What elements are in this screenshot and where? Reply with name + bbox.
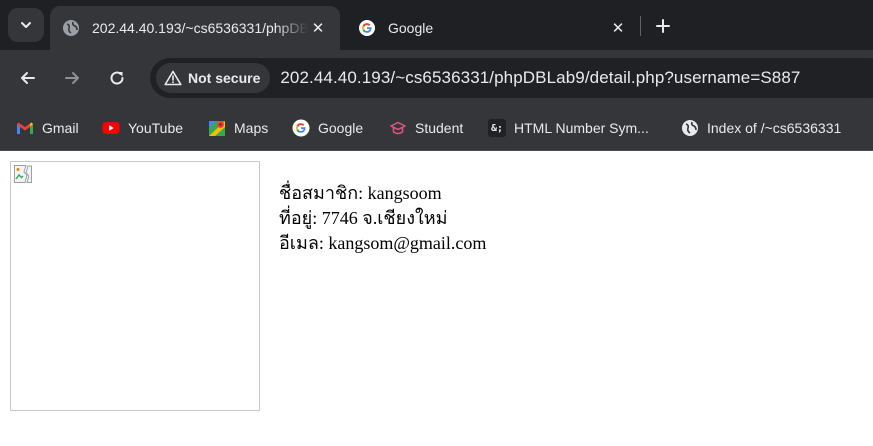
youtube-icon [102, 119, 120, 137]
globe-icon [681, 119, 699, 137]
warning-icon [164, 70, 182, 86]
close-tab-icon[interactable]: ✕ [308, 18, 328, 38]
bookmark-label: Google [318, 120, 364, 136]
bookmark-label: Maps [234, 120, 269, 136]
member-name-label: ชื่อสมาชิก: [279, 183, 364, 203]
member-address-row: ที่อยู่: 7746 จ.เชียงใหม่ [279, 206, 486, 231]
member-name-row: ชื่อสมาชิก: kangsoom [279, 181, 486, 206]
tab-separator [640, 16, 641, 36]
html-entity-icon: &; [488, 119, 506, 137]
arrow-right-icon [65, 72, 79, 84]
bookmark-google[interactable]: Google [292, 116, 363, 140]
reload-button[interactable] [103, 64, 131, 92]
member-email-row: อีเมล: kangsom@gmail.com [279, 231, 486, 256]
back-button[interactable] [14, 64, 42, 92]
html-entity-icon-text: &; [490, 122, 504, 134]
maps-icon [208, 119, 226, 137]
bookmark-index-of[interactable]: Index of /~cs6536331 [681, 116, 841, 140]
student-icon [389, 119, 407, 137]
bookmark-maps[interactable]: Maps [208, 116, 268, 140]
google-icon [292, 119, 310, 137]
url-text[interactable]: 202.44.40.193/~cs6536331/phpDBLab9/detai… [280, 68, 800, 88]
member-address-label: ที่อยู่: [279, 208, 318, 228]
bookmark-gmail[interactable]: Gmail [16, 116, 79, 140]
plus-icon [656, 19, 670, 33]
close-tab-icon[interactable]: ✕ [608, 18, 628, 38]
bookmark-student[interactable]: Student [389, 116, 463, 140]
reload-icon [110, 71, 124, 85]
member-email-label: อีเมล: [279, 233, 324, 253]
google-icon [358, 19, 376, 37]
globe-icon [62, 19, 80, 37]
tab-strip: 202.44.40.193/~cs6536331/phpDBLab9/detai… [0, 0, 873, 50]
security-label: Not secure [188, 70, 261, 86]
tab-title: 202.44.40.193/~cs6536331/phpDBLab9/detai… [92, 20, 308, 36]
gmail-icon [16, 119, 34, 137]
chevron-down-icon [21, 22, 31, 28]
arrow-left-icon [21, 72, 35, 84]
bookmark-label: YouTube [128, 120, 184, 136]
member-info: ชื่อสมาชิก: kangsoom ที่อยู่: 7746 จ.เชี… [279, 181, 486, 256]
tab-search-button[interactable] [8, 8, 44, 42]
tab-detail-page[interactable]: 202.44.40.193/~cs6536331/phpDBLab9/detai… [50, 6, 340, 50]
tab-title: Google [388, 20, 434, 36]
member-photo [10, 161, 260, 411]
page-content: ชื่อสมาชิก: kangsoom ที่อยู่: 7746 จ.เชี… [0, 151, 873, 446]
bookmark-label: Index of /~cs6536331 [707, 120, 842, 136]
forward-button[interactable] [58, 64, 86, 92]
bookmark-html-number-symbols[interactable]: &; HTML Number Sym... [488, 116, 649, 140]
member-address-value: 7746 จ.เชียงใหม่ [321, 208, 448, 228]
broken-image-icon [14, 165, 32, 183]
member-name-value: kangsoom [367, 183, 442, 203]
security-chip[interactable]: Not secure [156, 63, 271, 93]
tab-google[interactable]: Google ✕ [346, 6, 640, 50]
new-tab-button[interactable] [651, 14, 675, 38]
member-email-value: kangsom@gmail.com [328, 233, 487, 253]
bookmarks-bar: Gmail YouTube Maps Google Student &; HTM… [0, 106, 873, 151]
bookmark-label: HTML Number Sym... [514, 120, 649, 136]
browser-toolbar: Not secure 202.44.40.193/~cs6536331/phpD… [0, 50, 873, 106]
address-bar[interactable]: Not secure 202.44.40.193/~cs6536331/phpD… [150, 58, 873, 98]
bookmark-label: Gmail [42, 120, 79, 136]
bookmark-label: Student [415, 120, 464, 136]
bookmark-youtube[interactable]: YouTube [102, 116, 183, 140]
